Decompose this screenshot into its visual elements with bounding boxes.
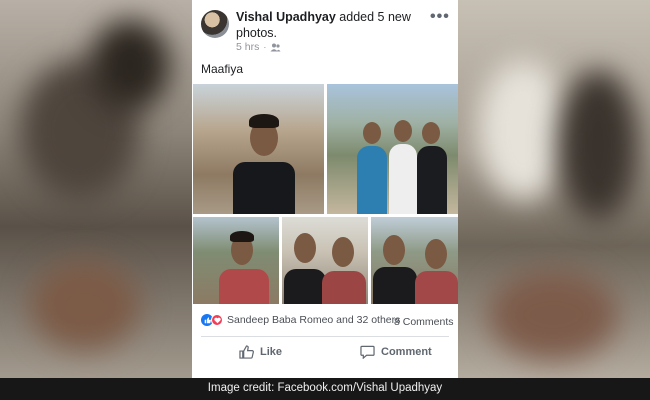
post-photo-5[interactable]	[371, 217, 458, 304]
image-credit: Image credit: Facebook.com/Vishal Upadhy…	[207, 382, 443, 394]
more-options-icon[interactable]: •••	[430, 8, 450, 26]
post-header: Vishal Upadhyay added 5 new photos.	[236, 9, 431, 41]
blurred-background-left	[0, 0, 192, 378]
action-divider	[201, 336, 449, 337]
reactions-summary[interactable]: Sandeep Baba Romeo and 32 others	[201, 314, 400, 326]
comment-label: Comment	[381, 346, 432, 358]
post-photo-2[interactable]	[327, 84, 458, 214]
reactions-text: Sandeep Baba Romeo and 32 others	[227, 314, 401, 326]
like-label: Like	[260, 346, 283, 358]
author-name[interactable]: Vishal Upadhyay	[236, 10, 336, 24]
comment-button[interactable]: Comment	[360, 345, 432, 359]
blurred-background-right	[458, 0, 650, 378]
post-meta: 5 hrs ·	[236, 41, 281, 53]
post-photo-1[interactable]	[193, 84, 324, 214]
comments-count[interactable]: 8 Comments	[394, 316, 454, 328]
thumbs-up-icon	[239, 345, 254, 359]
post-photo-4[interactable]	[282, 217, 368, 304]
post-photo-3[interactable]	[193, 217, 279, 304]
facebook-post-card: Vishal Upadhyay added 5 new photos. 5 hr…	[192, 0, 458, 378]
friends-icon	[270, 43, 281, 51]
comment-bubble-icon	[360, 345, 375, 359]
separator-dot: ·	[263, 42, 267, 52]
post-caption: Maafiya	[201, 62, 244, 76]
like-button[interactable]: Like	[239, 345, 282, 359]
post-time[interactable]: 5 hrs	[236, 41, 259, 53]
author-avatar[interactable]	[201, 10, 229, 38]
love-reaction-icon	[211, 314, 223, 326]
